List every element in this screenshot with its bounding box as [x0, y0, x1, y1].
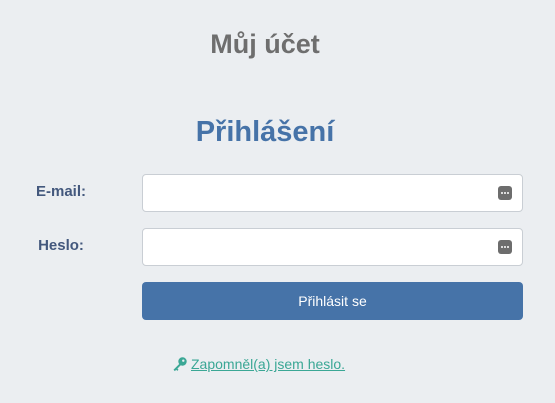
- forgot-password-link[interactable]: Zapomněl(a) jsem heslo.: [172, 354, 345, 374]
- email-input[interactable]: [143, 175, 483, 211]
- password-field[interactable]: [142, 228, 523, 266]
- email-field[interactable]: [142, 174, 523, 212]
- forgot-password-label: Zapomněl(a) jsem heslo.: [191, 356, 346, 372]
- login-title: Přihlášení: [195, 116, 335, 148]
- password-manager-icon[interactable]: [498, 186, 512, 200]
- email-label: E-mail:: [35, 183, 86, 200]
- page-title: Můj účet: [210, 29, 320, 59]
- key-icon: [173, 357, 187, 372]
- login-button[interactable]: Přihlásit se: [142, 282, 523, 320]
- password-manager-icon[interactable]: [498, 240, 512, 254]
- password-label: Heslo:: [38, 237, 84, 254]
- password-input[interactable]: [143, 229, 483, 265]
